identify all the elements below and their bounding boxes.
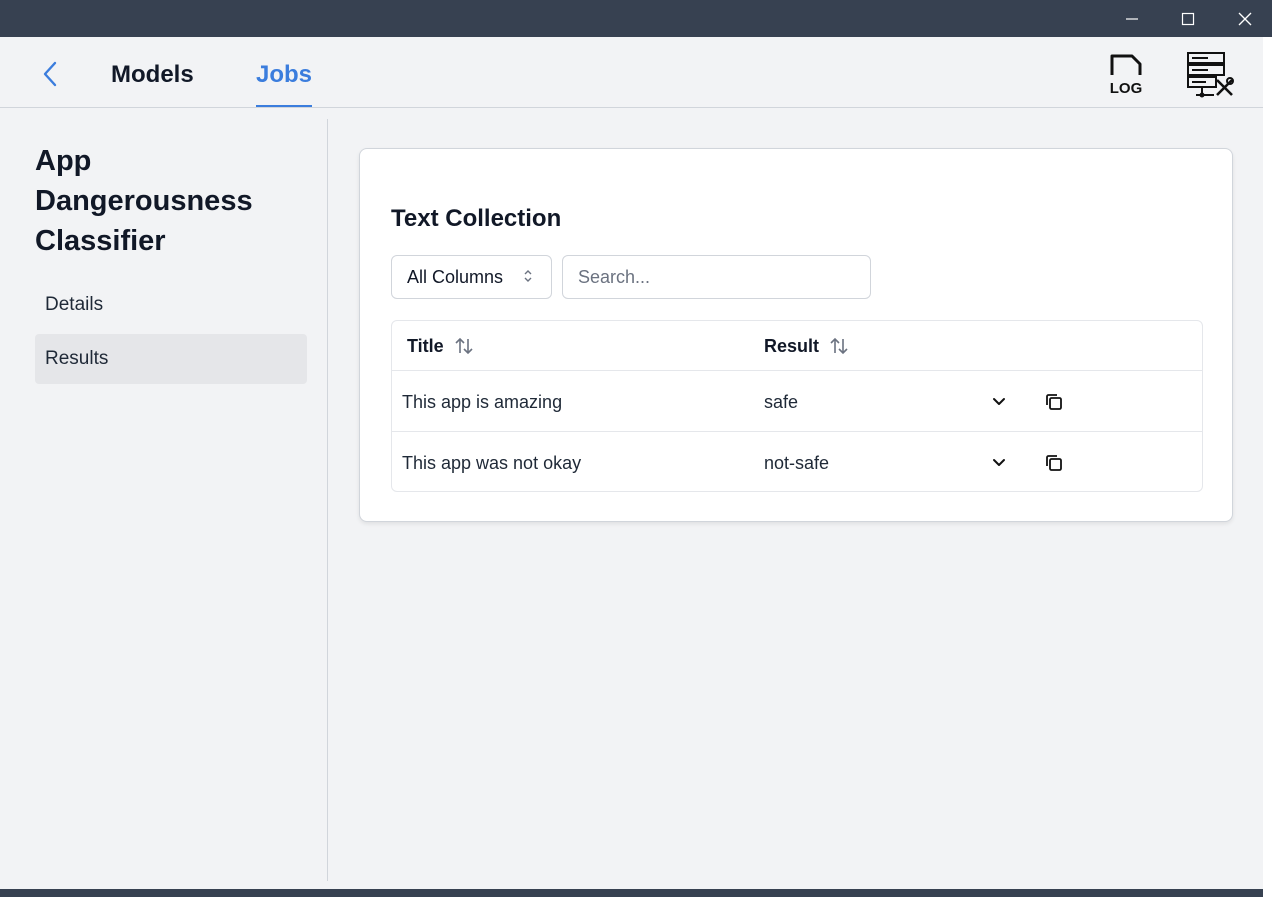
- tab-jobs[interactable]: Jobs: [256, 61, 313, 107]
- window-titlebar: [0, 0, 1272, 37]
- search-input[interactable]: [562, 255, 871, 299]
- row-expand-button[interactable]: [988, 452, 1010, 474]
- sort-icon[interactable]: [829, 336, 849, 356]
- copy-icon: [1046, 394, 1062, 410]
- column-filter-value: All Columns: [407, 267, 504, 287]
- cell-result: not-safe: [764, 453, 830, 473]
- minimize-button[interactable]: [1103, 0, 1161, 37]
- sidebar-item-label: Results: [45, 348, 109, 369]
- server-settings-button[interactable]: [1184, 51, 1236, 101]
- back-button[interactable]: [36, 60, 64, 88]
- cell-title: This app was not okay: [402, 453, 582, 473]
- log-icon-text: LOG: [1110, 80, 1143, 97]
- window-bottom-edge: [0, 889, 1263, 897]
- log-button[interactable]: LOG: [1104, 51, 1148, 97]
- model-title: App Dangerousness Classifier: [35, 145, 253, 257]
- table-header: Title Result: [392, 321, 1202, 371]
- row-copy-button[interactable]: [1042, 451, 1066, 475]
- table-row: This app is amazing safe: [392, 371, 1202, 432]
- close-button[interactable]: [1216, 0, 1272, 37]
- column-header-label: Result: [764, 336, 820, 356]
- column-header-title[interactable]: Title: [407, 321, 474, 371]
- chevron-up-down-icon: [524, 270, 532, 282]
- chevron-down-icon: [993, 459, 1005, 466]
- log-file-icon: LOG: [1110, 54, 1143, 97]
- tab-models[interactable]: Models: [111, 61, 194, 107]
- row-expand-button[interactable]: [988, 391, 1010, 413]
- server-settings-icon: [1187, 52, 1234, 98]
- results-table: Title Result This app is amazing safe Th…: [391, 320, 1203, 492]
- minimize-icon: [1126, 17, 1138, 20]
- column-header-label: Title: [407, 336, 444, 356]
- sidebar-item-details[interactable]: Details: [35, 280, 307, 330]
- text-collection-card: Text Collection All Columns Title: [359, 148, 1233, 522]
- tab-models-label: Models: [111, 61, 194, 88]
- maximize-button[interactable]: [1159, 0, 1217, 37]
- column-filter-select[interactable]: All Columns: [391, 255, 552, 299]
- sort-icon[interactable]: [454, 336, 474, 356]
- top-nav: Models Jobs LOG: [0, 37, 1263, 108]
- cell-result: safe: [764, 392, 799, 412]
- active-tab-underline: [256, 105, 313, 107]
- card-title: Text Collection: [391, 205, 562, 232]
- close-icon: [1238, 12, 1252, 25]
- maximize-icon: [1181, 12, 1195, 25]
- sidebar-item-results[interactable]: Results: [35, 334, 307, 384]
- chevron-left-icon: [43, 61, 57, 87]
- tab-jobs-label: Jobs: [256, 61, 313, 88]
- cell-title: This app is amazing: [402, 392, 563, 412]
- sidebar: App Dangerousness Classifier Details Res…: [0, 119, 328, 881]
- copy-icon: [1046, 455, 1062, 471]
- row-copy-button[interactable]: [1042, 390, 1066, 414]
- column-header-result[interactable]: Result: [764, 321, 849, 371]
- window-right-edge: [1263, 37, 1272, 897]
- chevron-down-icon: [993, 398, 1005, 405]
- sidebar-item-label: Details: [45, 294, 104, 315]
- table-row: This app was not okay not-safe: [392, 432, 1202, 493]
